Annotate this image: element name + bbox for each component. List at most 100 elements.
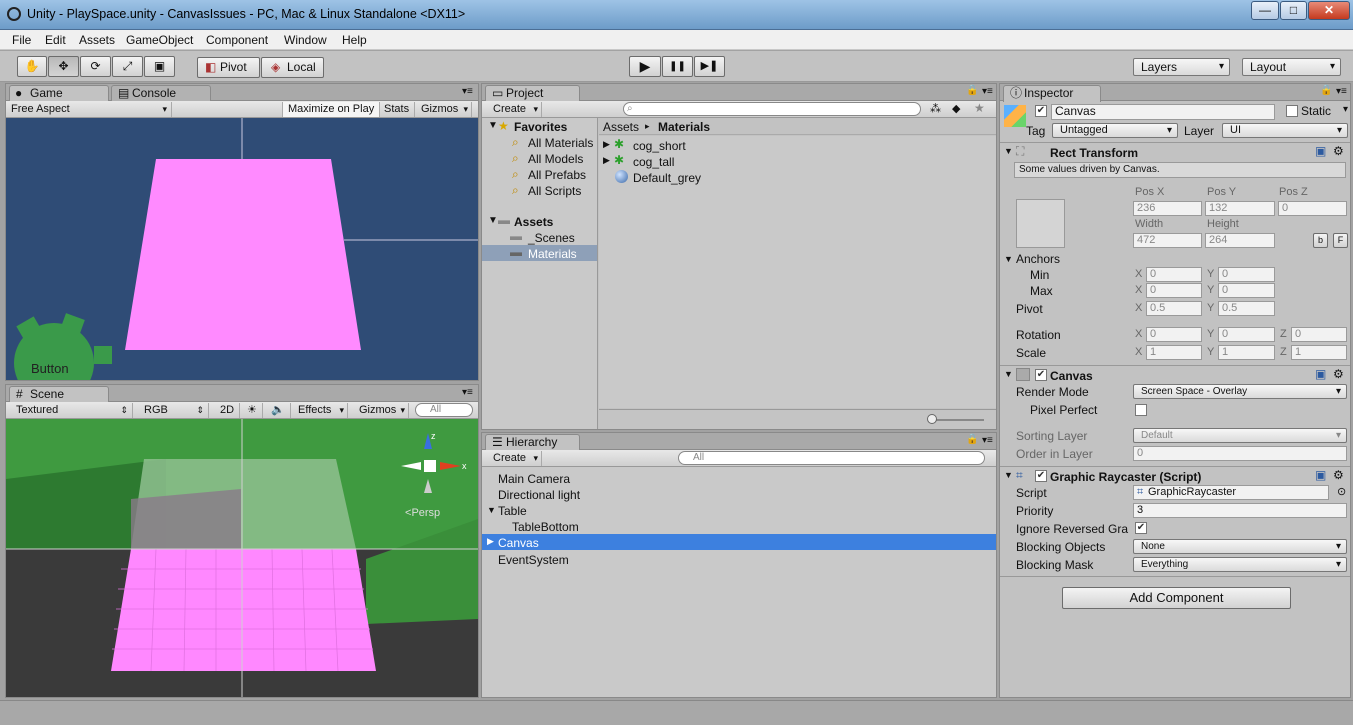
pixel-perfect-checkbox[interactable] (1135, 404, 1147, 416)
lock-icon[interactable]: 🔒 (1320, 85, 1332, 96)
gear-icon[interactable]: ⚙ (1333, 144, 1344, 158)
tab-scene[interactable]: # Scene (9, 386, 109, 403)
object-picker-icon[interactable]: ⊙ (1337, 485, 1346, 498)
raycaster-enabled-checkbox[interactable]: ✔ (1035, 470, 1047, 482)
anchor-presets-button[interactable] (1016, 199, 1065, 248)
lock-icon[interactable]: 🔒 (966, 85, 978, 96)
rect-transform-header[interactable]: ▼ ⛶ Rect Transform ▣ ⚙ (1000, 142, 1350, 160)
audio-toggle[interactable]: 🔈 (266, 403, 291, 418)
blocking-objects-dropdown[interactable]: None (1133, 539, 1347, 554)
script-field[interactable]: ⌗ GraphicRaycaster (1133, 485, 1329, 500)
file-item[interactable]: cog_short (633, 139, 686, 153)
menu-file[interactable]: File (12, 33, 31, 47)
hierarchy-item-directional-light[interactable]: Directional light (498, 488, 580, 502)
play-button[interactable]: ▶ (629, 56, 661, 77)
width-field[interactable]: 472 (1133, 233, 1202, 248)
chevron-down-icon[interactable]: ▾ (1343, 104, 1348, 115)
scene-gizmos-dropdown[interactable]: Gizmos ▾ (354, 403, 409, 418)
tab-hierarchy[interactable]: ☰ Hierarchy (485, 434, 580, 451)
anchor-min-y-field[interactable]: 0 (1218, 267, 1275, 282)
menu-window[interactable]: Window (284, 33, 327, 47)
menu-edit[interactable]: Edit (45, 33, 66, 47)
expand-arrow-icon[interactable]: ▶ (603, 155, 610, 166)
layers-dropdown[interactable]: Layers (1133, 58, 1230, 76)
tag-icon[interactable]: ◆ (952, 102, 960, 115)
rotation-y-field[interactable]: 0 (1218, 327, 1275, 342)
panel-menu-icon[interactable]: ▾≡ (982, 86, 993, 97)
scale-y-field[interactable]: 1 (1218, 345, 1275, 360)
gear-icon[interactable]: ⚙ (1333, 468, 1344, 482)
rotate-tool-button[interactable]: ⟳ (80, 56, 111, 77)
hand-tool-button[interactable]: ✋ (17, 56, 47, 77)
canvas-enabled-checkbox[interactable]: ✔ (1035, 369, 1047, 381)
height-field[interactable]: 264 (1205, 233, 1275, 248)
gameobject-cube-icon[interactable] (1004, 105, 1026, 127)
maximize-on-play-toggle[interactable]: Maximize on Play (282, 102, 381, 117)
object-name-input[interactable]: Canvas (1051, 104, 1275, 120)
rect-tool-button[interactable]: ▣ (144, 56, 175, 77)
help-book-icon[interactable]: ▣ (1315, 144, 1326, 158)
hierarchy-search-input[interactable]: All (678, 451, 985, 465)
posx-field[interactable]: 236 (1133, 201, 1202, 216)
sorting-layer-dropdown[interactable]: Default (1133, 428, 1347, 443)
lighting-toggle[interactable]: ☀ (242, 403, 263, 418)
posz-field[interactable]: 0 (1278, 201, 1347, 216)
order-in-layer-field[interactable]: 0 (1133, 446, 1347, 461)
gear-icon[interactable]: ⚙ (1333, 367, 1344, 381)
game-view[interactable]: Button (6, 118, 478, 380)
layout-dropdown[interactable]: Layout (1242, 58, 1341, 76)
render-mode-dropdown[interactable]: Screen Space - Overlay (1133, 384, 1347, 399)
breadcrumb-materials[interactable]: Materials (658, 120, 710, 134)
posy-field[interactable]: 132 (1205, 201, 1275, 216)
blocking-mask-dropdown[interactable]: Everything (1133, 557, 1347, 572)
scale-z-field[interactable]: 1 (1291, 345, 1347, 360)
hierarchy-item-eventsystem[interactable]: EventSystem (498, 553, 569, 567)
expand-arrow-icon[interactable]: ▶ (603, 139, 610, 150)
tab-inspector[interactable]: ⓘ Inspector (1003, 85, 1101, 102)
file-item[interactable]: Default_grey (633, 171, 701, 185)
expand-arrow-icon[interactable]: ▼ (487, 505, 496, 515)
anchor-min-x-field[interactable]: 0 (1146, 267, 1202, 282)
favorites-header[interactable]: Favorites (514, 120, 567, 134)
panel-menu-icon[interactable]: ▾≡ (462, 387, 473, 398)
file-item[interactable]: cog_tall (633, 155, 674, 169)
menu-help[interactable]: Help (342, 33, 367, 47)
stats-toggle[interactable]: Stats (379, 102, 416, 117)
panel-menu-icon[interactable]: ▾≡ (1336, 86, 1347, 97)
favorite-item[interactable]: All Models (528, 152, 583, 166)
assets-header[interactable]: Assets (514, 215, 553, 229)
effects-dropdown[interactable]: Effects ▾ (293, 403, 348, 418)
raycaster-component-header[interactable]: ▼ ⌗ ✔ Graphic Raycaster (Script) ▣ ⚙ (1000, 466, 1350, 484)
blueprint-mode-button[interactable]: b (1313, 233, 1328, 248)
2d-toggle[interactable]: 2D (215, 403, 241, 418)
layer-dropdown[interactable]: UI (1222, 123, 1348, 138)
tab-project[interactable]: ▭ Project (485, 85, 580, 102)
canvas-component-header[interactable]: ▼ ✔ Canvas ▣ ⚙ (1000, 365, 1350, 383)
tag-dropdown[interactable]: Untagged (1052, 123, 1178, 138)
active-checkbox[interactable]: ✔ (1035, 105, 1047, 117)
star-icon[interactable]: ★ (974, 101, 985, 115)
menu-component[interactable]: Component (206, 33, 268, 47)
expand-arrow-icon[interactable]: ▼ (488, 120, 498, 131)
step-button[interactable]: ▶❚ (694, 56, 725, 77)
expand-arrow-icon[interactable]: ▼ (1004, 254, 1013, 264)
hierarchy-item-main-camera[interactable]: Main Camera (498, 472, 570, 486)
scale-tool-button[interactable]: ⤢ (112, 56, 143, 77)
pivot-y-field[interactable]: 0.5 (1218, 301, 1275, 316)
rotation-z-field[interactable]: 0 (1291, 327, 1347, 342)
project-create-dropdown[interactable]: Create ▾ (488, 102, 542, 117)
icon-size-slider-handle[interactable] (927, 414, 937, 424)
lock-icon[interactable]: 🔒 (966, 434, 978, 445)
rotation-x-field[interactable]: 0 (1146, 327, 1202, 342)
raw-edit-button[interactable]: F (1333, 233, 1348, 248)
menu-gameobject[interactable]: GameObject (126, 33, 193, 47)
add-component-button[interactable]: Add Component (1062, 587, 1291, 609)
pause-button[interactable]: ❚❚ (662, 56, 693, 77)
breadcrumb-assets[interactable]: Assets (603, 120, 639, 134)
scene-view[interactable]: z x <Persp (6, 419, 478, 697)
hierarchy-create-dropdown[interactable]: Create ▾ (488, 451, 542, 466)
favorite-item[interactable]: All Materials (528, 136, 593, 150)
tab-console[interactable]: ▤ Console (111, 85, 211, 102)
panel-menu-icon[interactable]: ▾≡ (982, 435, 993, 446)
shading-dropdown[interactable]: Textured ⇕ (11, 403, 133, 418)
